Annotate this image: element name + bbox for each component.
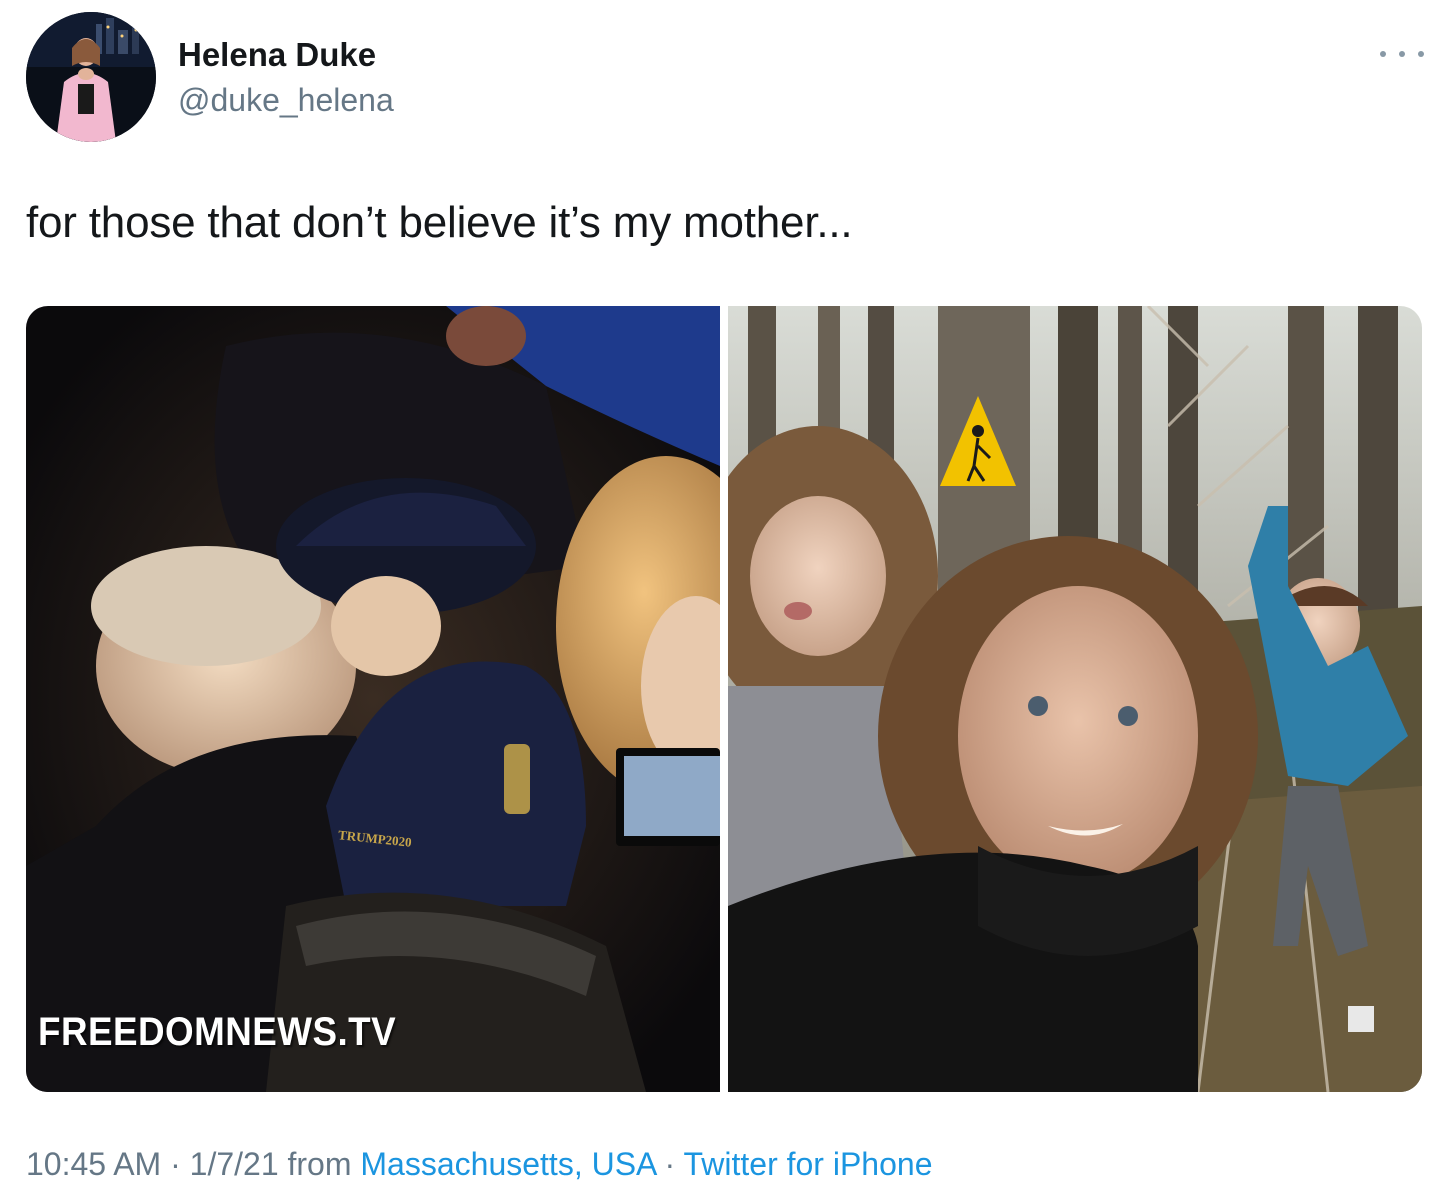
more-options-button[interactable] — [1380, 42, 1424, 66]
avatar[interactable] — [26, 12, 156, 142]
tweet: Helena Duke @duke_helena for those that … — [0, 0, 1450, 1198]
tweet-text: for those that don’t believe it’s my mot… — [26, 198, 853, 247]
photo-left[interactable]: TRUMP2020 FREEDOMNEWS.TV — [26, 306, 720, 1092]
location-link[interactable]: Massachusetts, USA — [360, 1146, 655, 1182]
more-horizontal-icon-dot-3 — [1418, 51, 1424, 57]
more-horizontal-icon-dot-2 — [1399, 51, 1405, 57]
tweet-meta: 10:45 AM · 1/7/21 from Massachusetts, US… — [26, 1146, 932, 1183]
author-handle[interactable]: @duke_helena — [178, 82, 394, 119]
photo-right[interactable] — [728, 306, 1422, 1092]
source-link[interactable]: Twitter for iPhone — [683, 1146, 932, 1182]
photo-left-image — [26, 306, 720, 1092]
tweet-time[interactable]: 10:45 AM — [26, 1146, 161, 1182]
avatar-image — [26, 12, 156, 142]
author-name[interactable]: Helena Duke — [178, 36, 376, 74]
media-grid: TRUMP2020 FREEDOMNEWS.TV — [26, 306, 1422, 1092]
meta-separator-2: · — [655, 1146, 684, 1182]
freedomnews-watermark: FREEDOMNEWS.TV — [38, 1010, 397, 1054]
tweet-date[interactable]: 1/7/21 — [190, 1146, 279, 1182]
meta-separator-1: · — [161, 1146, 190, 1182]
from-label: from — [278, 1146, 361, 1182]
more-horizontal-icon — [1380, 51, 1386, 57]
photo-right-image — [728, 306, 1422, 1092]
